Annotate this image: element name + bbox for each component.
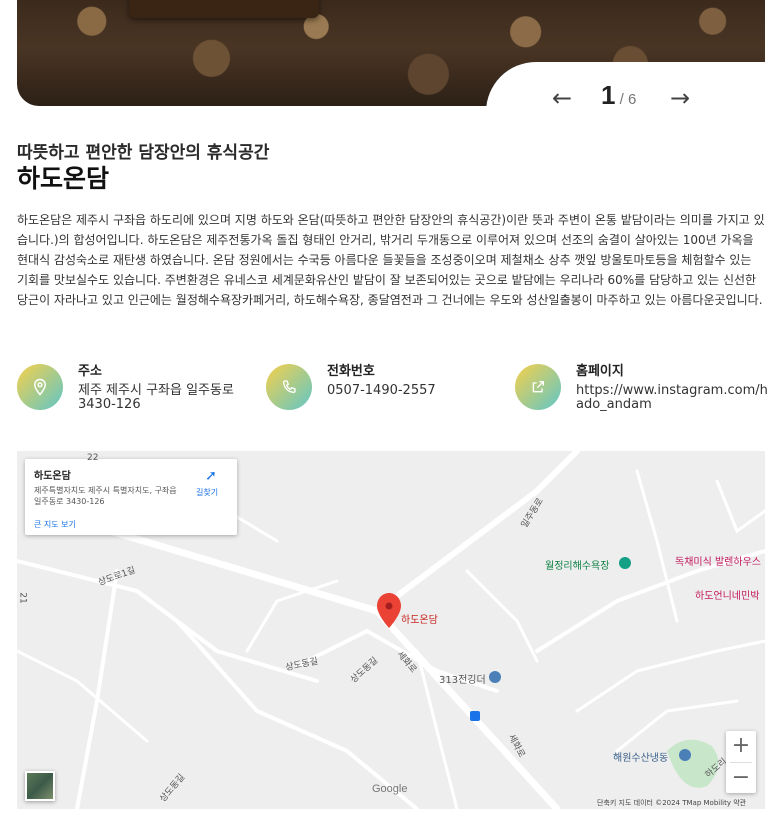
view-larger-map-link[interactable]: 큰 지도 보기 [34, 519, 76, 530]
place-description: 하도온담은 제주시 구좌읍 하도리에 있으며 지명 하도와 온담(따뜻하고 편안… [17, 213, 765, 307]
beach-poi-icon [619, 557, 631, 569]
beach-poi-label[interactable]: 월정리해수욕장 [545, 557, 609, 572]
embedded-map[interactable]: 하도온담 제주특별자치도 제주시 특별자치도, 구좌읍 일주동로 3430-12… [17, 451, 765, 809]
map-marker-label[interactable]: 하도온담 [401, 611, 438, 626]
phone-icon [266, 364, 312, 410]
map-info-card: 하도온담 제주특별자치도 제주시 특별자치도, 구좌읍 일주동로 3430-12… [25, 459, 237, 535]
directions-link[interactable]: 길찾기 [196, 487, 218, 498]
zoom-out-button[interactable]: − [726, 763, 756, 794]
satellite-toggle-button[interactable] [25, 771, 55, 801]
phone-label: 전화번호 [327, 364, 375, 379]
slide-total-number: 6 [627, 91, 637, 108]
zoom-in-button[interactable]: + [726, 731, 756, 762]
address-value: 제주 제주시 구좌읍 일주동로 3430-126 [78, 383, 234, 412]
road-number-label: 22 [87, 453, 99, 463]
slide-counter: 1 / 6 [601, 80, 636, 111]
store-poi-label[interactable]: 하도언니네민박 [695, 587, 759, 602]
location-pin-icon [17, 364, 63, 410]
map-attribution[interactable]: 단축키 지도 데이터 ©2024 TMap Mobility 약관 [597, 798, 746, 808]
slide-total: / 6 [615, 91, 637, 108]
store-poi-label[interactable]: 313전깅더 [439, 671, 486, 686]
slide-separator: / [619, 91, 624, 108]
map-marker-icon [377, 593, 401, 628]
zoom-controls: + − [726, 731, 756, 793]
address-label: 주소 [78, 364, 102, 379]
homepage-info: 홈페이지 https://www.instagram.com/hado_anda… [515, 364, 770, 412]
phone-info: 전화번호 0507-1490-2557 [266, 364, 436, 410]
arrow-left-icon[interactable]: ← [552, 84, 572, 112]
homepage-link[interactable]: https://www.instagram.com/hado_andam [576, 384, 770, 412]
phone-value[interactable]: 0507-1490-2557 [327, 384, 436, 398]
google-logo: Google [372, 783, 408, 795]
store-poi-label[interactable]: 독채미식 발렌하우스 [675, 553, 761, 568]
bus-stop-icon [470, 711, 480, 721]
homepage-label: 홈페이지 [576, 364, 624, 379]
road-number-label: 21 [17, 592, 28, 604]
fish-poi-icon [679, 749, 691, 761]
hero-signboard [129, 0, 319, 18]
slider-pager: ← 1 / 6 → [486, 62, 770, 112]
external-link-icon [515, 364, 561, 410]
map-card-name: 하도온담 [34, 471, 71, 482]
place-title: 하도온담 [17, 164, 110, 193]
arrow-right-icon[interactable]: → [670, 84, 690, 112]
map-card-address: 제주특별자치도 제주시 특별자치도, 구좌읍 일주동로 3430-126 [34, 486, 177, 506]
directions-icon[interactable]: ➚ [203, 468, 219, 484]
fish-poi-label[interactable]: 해원수산냉동 [613, 749, 668, 764]
slide-current: 1 [601, 80, 616, 110]
store-poi-icon [489, 671, 501, 683]
address-info: 주소 제주 제주시 구좌읍 일주동로 3430-126 [17, 364, 238, 412]
